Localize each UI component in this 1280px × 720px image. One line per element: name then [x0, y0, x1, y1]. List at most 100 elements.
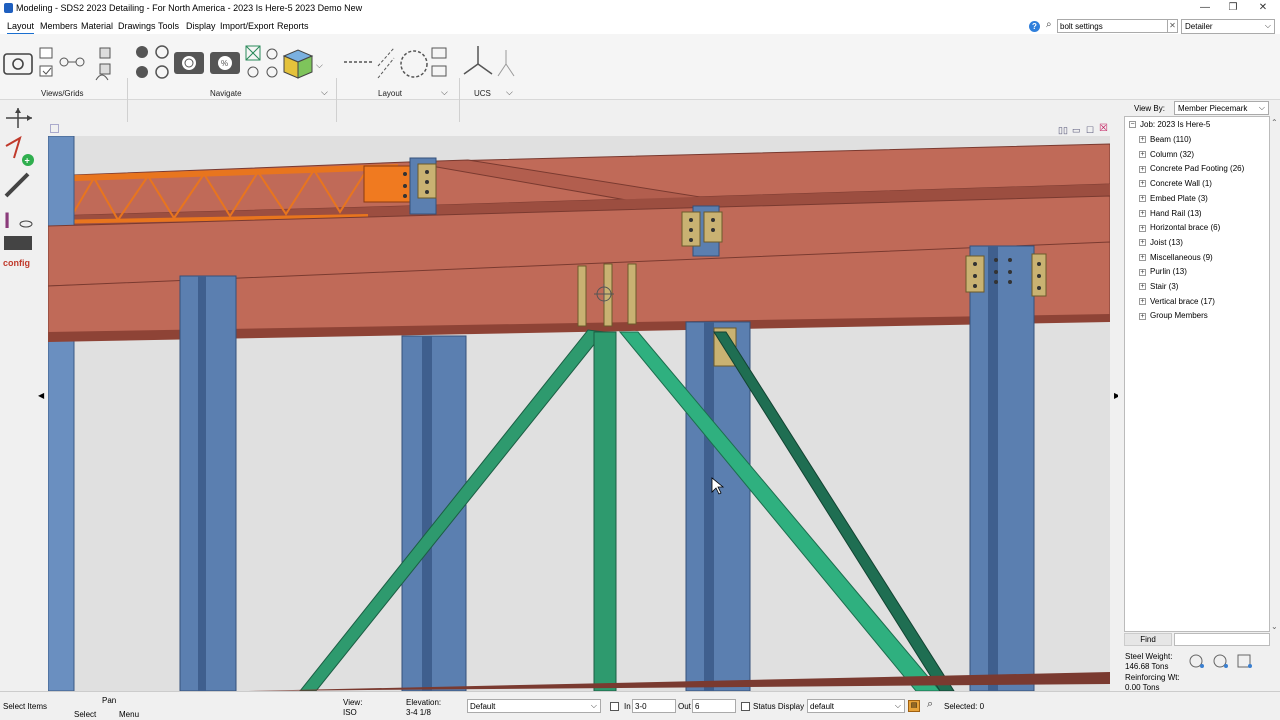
viewport-corner-icon[interactable]: [50, 124, 59, 133]
find-input[interactable]: [1174, 633, 1270, 646]
menu-display[interactable]: Display: [186, 21, 216, 31]
out-field[interactable]: 6: [692, 699, 736, 713]
out-label: Out: [678, 702, 691, 711]
menu-layout[interactable]: Layout: [7, 21, 35, 35]
role-select[interactable]: Detailer ⌵: [1181, 19, 1275, 34]
view-value: ISO: [343, 708, 357, 717]
menu-label: Menu: [119, 710, 140, 719]
close-view-icon[interactable]: ☒: [1099, 123, 1108, 134]
ucs-expand-icon[interactable]: ⌵: [506, 87, 513, 98]
expand-icon[interactable]: +: [1139, 195, 1146, 203]
tile-horizontal-icon[interactable]: ▭: [1072, 125, 1081, 136]
tree-item-label: Hand Rail (13): [1150, 208, 1202, 218]
tree-item[interactable]: + Purlin (13): [1139, 267, 1187, 276]
svg-text:config: config: [3, 258, 30, 268]
expand-icon[interactable]: +: [1139, 180, 1146, 188]
expand-icon[interactable]: +: [1139, 283, 1146, 291]
tree-item-label: Joist (13): [1150, 237, 1183, 247]
tree-item-label: Embed Plate (3): [1150, 193, 1208, 203]
steel-weight-value: 146.68 Tons: [1125, 662, 1169, 671]
elevation-value: 3-4 1/8: [406, 708, 431, 717]
tree-item[interactable]: + Concrete Pad Footing (26): [1139, 164, 1244, 173]
expand-icon[interactable]: +: [1139, 136, 1146, 144]
svg-text:I: I: [4, 208, 10, 233]
expand-icon[interactable]: +: [1139, 268, 1146, 276]
expand-icon[interactable]: +: [1139, 312, 1146, 320]
view-by-select[interactable]: Member Piecemark ⌵: [1174, 101, 1269, 115]
help-icon[interactable]: ?: [1029, 21, 1040, 32]
model-viewport[interactable]: [48, 136, 1110, 691]
tree-item[interactable]: + Embed Plate (3): [1139, 194, 1208, 203]
selected-count: Selected: 0: [944, 702, 985, 711]
minimize-button[interactable]: —: [1190, 0, 1220, 16]
menu-material[interactable]: Material: [81, 21, 113, 31]
chevron-down-icon: ⌵: [1258, 103, 1265, 112]
view-by-value: Member Piecemark: [1178, 104, 1248, 113]
search-input[interactable]: [1057, 19, 1169, 33]
group-label-views-grids: Views/Grids: [41, 89, 84, 98]
menu-import-export[interactable]: Import/Export: [220, 21, 274, 31]
find-button[interactable]: Find: [1124, 633, 1172, 646]
brace-center: [593, 331, 617, 691]
svg-text:+: +: [25, 156, 30, 166]
ucs-icons: [463, 46, 515, 77]
status-display-checkbox[interactable]: [741, 702, 750, 711]
title-bar: Modeling - SDS2 2023 Detailing - For Nor…: [0, 0, 1280, 16]
view-by-label: View By:: [1134, 104, 1165, 113]
menu-reports[interactable]: Reports: [277, 21, 309, 31]
expand-icon[interactable]: +: [1139, 165, 1146, 173]
expand-icon[interactable]: +: [1139, 239, 1146, 247]
model-3d-view[interactable]: [48, 136, 1110, 691]
tile-views-icon[interactable]: ▯▯: [1058, 125, 1068, 136]
zoom-search-icon[interactable]: ⌕: [927, 698, 933, 711]
weight-tool-icons[interactable]: [1188, 652, 1258, 670]
expand-icon[interactable]: +: [1139, 151, 1146, 159]
layout-expand-icon[interactable]: ⌵: [441, 87, 448, 98]
panel-collapse-left-icon[interactable]: ◀: [38, 391, 44, 400]
left-tool-icons: + I config: [3, 108, 34, 268]
folder-icon[interactable]: ▤: [908, 700, 920, 712]
tree-item-label: Horizontal brace (6): [1150, 223, 1221, 233]
tree-item[interactable]: + Hand Rail (13): [1139, 209, 1202, 218]
search-clear-button[interactable]: ✕: [1167, 19, 1178, 33]
expand-icon[interactable]: +: [1139, 298, 1146, 306]
preset-select[interactable]: Default ⌵: [467, 699, 601, 713]
menu-drawings[interactable]: Drawings: [118, 21, 156, 31]
tree-item-label: Beam (110): [1150, 135, 1192, 144]
restore-button[interactable]: ❐: [1218, 0, 1248, 16]
tree-item[interactable]: + Beam (110): [1139, 135, 1191, 144]
in-field[interactable]: 3-0: [632, 699, 676, 713]
menu-tools[interactable]: Tools: [158, 21, 179, 31]
tree-scroll-down-icon[interactable]: ⌄: [1271, 622, 1278, 631]
search-icon: ⌕: [1046, 19, 1052, 30]
layout-icons: [344, 47, 447, 79]
tree-item[interactable]: + Group Members: [1139, 311, 1208, 320]
display-value: default: [810, 702, 835, 711]
steel-weight-label: Steel Weight:: [1125, 652, 1173, 661]
close-button[interactable]: ✕: [1248, 0, 1278, 16]
expand-icon[interactable]: +: [1139, 224, 1146, 232]
tree-item[interactable]: + Vertical brace (17): [1139, 297, 1215, 306]
views-grids-icons: [3, 47, 111, 81]
expand-icon[interactable]: +: [1139, 209, 1146, 217]
maximize-view-icon[interactable]: ☐: [1086, 125, 1094, 136]
tree-scroll-up-icon[interactable]: ⌃: [1271, 118, 1278, 127]
tree-item-label: Column (32): [1150, 149, 1195, 159]
menu-members[interactable]: Members: [40, 21, 78, 31]
display-select[interactable]: default ⌵: [807, 699, 905, 713]
tree-item[interactable]: + Joist (13): [1139, 238, 1183, 247]
expand-icon[interactable]: +: [1139, 253, 1146, 261]
chevron-down-icon: ⌵: [1264, 21, 1271, 30]
in-checkbox[interactable]: [610, 702, 619, 711]
tree-item[interactable]: + Concrete Wall (1): [1139, 179, 1212, 188]
tree-root[interactable]: − Job: 2023 Is Here-5: [1129, 120, 1210, 129]
navigate-expand-icon[interactable]: ⌵: [321, 87, 328, 98]
collapse-icon[interactable]: −: [1129, 121, 1136, 129]
tree-item[interactable]: + Stair (3): [1139, 282, 1178, 291]
tree-item[interactable]: + Horizontal brace (6): [1139, 223, 1220, 232]
chevron-down-icon: ⌵: [590, 701, 597, 710]
tree-item[interactable]: + Miscellaneous (9): [1139, 253, 1213, 262]
tree-item[interactable]: + Column (32): [1139, 150, 1194, 159]
column-left: [48, 136, 75, 691]
app-icon: [4, 3, 13, 13]
